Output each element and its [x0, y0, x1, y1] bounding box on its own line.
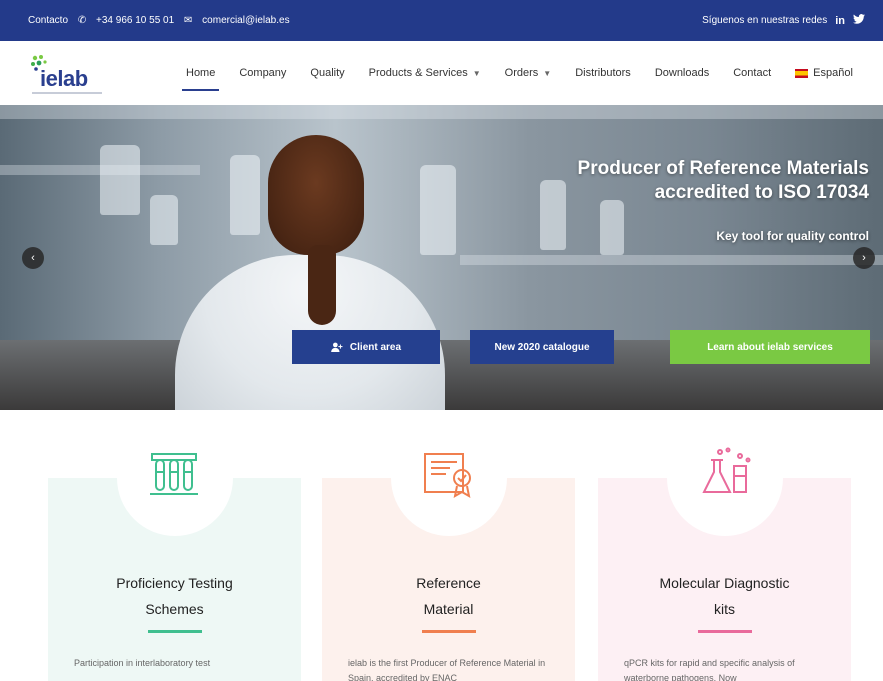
nav-item-label: Products & Services — [368, 67, 468, 79]
card-proficiency-testing[interactable]: Proficiency Testing Schemes Participatio… — [48, 478, 301, 681]
client-area-button[interactable]: Client area — [292, 330, 440, 364]
contact-info: Contacto ✆ +34 966 10 55 01 ✉ comercial@… — [28, 15, 290, 27]
card-accent-bar — [421, 630, 476, 633]
card-title: Molecular Diagnostic kits — [598, 570, 851, 622]
language-label: Español — [813, 67, 853, 79]
card-description: Participation in interlaboratory test — [74, 658, 211, 668]
lab-flasks-icon — [702, 447, 751, 493]
lab-shelf — [460, 255, 883, 265]
lab-bottle-image — [230, 155, 260, 235]
lab-bottle-image — [420, 165, 456, 255]
user-add-icon — [331, 342, 343, 352]
nav-item-label: Orders — [504, 67, 539, 79]
lab-bottle-image — [150, 195, 178, 245]
slider-prev-button[interactable]: ‹ — [22, 247, 44, 269]
catalogue-button[interactable]: New 2020 catalogue — [470, 330, 614, 364]
chevron-down-icon: ▼ — [472, 68, 481, 78]
hero-slider: Producer of Reference Materials accredit… — [0, 105, 883, 410]
hero-title: Producer of Reference Materials accredit… — [578, 157, 869, 205]
test-tubes-icon — [150, 453, 198, 495]
card-accent-bar — [147, 630, 202, 633]
contact-label[interactable]: Contacto — [28, 15, 68, 26]
card-title-line: Material — [423, 601, 474, 617]
chevron-left-icon: ‹ — [31, 252, 35, 264]
card-description: qPCR kits for rapid and specific analysi… — [624, 658, 795, 681]
hero-title-line: accredited to ISO 17034 — [654, 182, 869, 203]
card-title-line: Molecular Diagnostic — [659, 575, 790, 591]
nav-item-label: Contact — [733, 67, 772, 79]
card-title-line: Proficiency Testing — [116, 575, 233, 591]
card-reference-material[interactable]: Reference Material ielab is the first Pr… — [322, 478, 575, 681]
nav-item-home[interactable]: Home — [174, 41, 227, 105]
logo-wordmark: ielab — [40, 66, 88, 91]
client-area-label: Client area — [349, 341, 402, 353]
phone-number[interactable]: +34 966 10 55 01 — [96, 15, 174, 26]
nav-item-label: Company — [239, 67, 287, 79]
social-label: Síguenos en nuestras redes — [702, 15, 828, 26]
hero-subtitle: Key tool for quality control — [716, 229, 869, 243]
card-description: ielab is the first Producer of Reference… — [348, 658, 546, 681]
nav-item-label: Downloads — [654, 67, 710, 79]
nav-item-company[interactable]: Company — [227, 41, 298, 105]
nav-item-label: Quality — [310, 67, 345, 79]
nav-menu: Home Company Quality Products & Services… — [174, 41, 865, 105]
main-navbar: ielab Home Company Quality Products & Se… — [0, 41, 883, 105]
lab-bottle-image — [600, 200, 624, 255]
ielab-logo[interactable]: ielab — [28, 50, 108, 96]
nav-item-orders[interactable]: Orders ▼ — [493, 41, 564, 105]
top-contact-bar: Contacto ✆ +34 966 10 55 01 ✉ comercial@… — [0, 0, 883, 41]
linkedin-icon[interactable]: in — [835, 15, 845, 27]
spain-flag-icon — [795, 68, 809, 78]
certificate-icon — [424, 453, 471, 498]
lab-shelf — [0, 105, 883, 119]
nav-item-label: Home — [186, 67, 216, 79]
services-label: Learn about ielab services — [707, 341, 833, 353]
chevron-down-icon: ▼ — [543, 68, 552, 78]
email-address[interactable]: comercial@ielab.es — [202, 15, 289, 26]
nav-item-label: Distributors — [575, 67, 631, 79]
language-selector[interactable]: Español — [783, 41, 865, 105]
twitter-icon[interactable] — [853, 14, 865, 27]
card-title: Proficiency Testing Schemes — [48, 570, 301, 622]
card-title: Reference Material — [322, 570, 575, 622]
card-title-line: Schemes — [145, 601, 204, 617]
nav-item-products-services[interactable]: Products & Services ▼ — [357, 41, 493, 105]
nav-item-distributors[interactable]: Distributors — [563, 41, 643, 105]
scientist-ponytail — [308, 245, 336, 325]
card-title-line: kits — [714, 601, 735, 617]
social-links: Síguenos en nuestras redes in — [702, 14, 865, 27]
card-title-line: Reference — [416, 575, 481, 591]
card-molecular-diagnostic[interactable]: Molecular Diagnostic kits qPCR kits for … — [598, 478, 851, 681]
services-button[interactable]: Learn about ielab services — [670, 330, 870, 364]
catalogue-label: New 2020 catalogue — [494, 341, 590, 353]
scientist-hair — [268, 135, 364, 255]
logo-tagline — [32, 92, 102, 94]
mail-icon: ✉ — [183, 15, 193, 26]
hero-title-line: Producer of Reference Materials — [577, 158, 869, 179]
card-accent-bar — [697, 630, 752, 633]
nav-item-contact[interactable]: Contact — [721, 41, 783, 105]
nav-item-downloads[interactable]: Downloads — [643, 41, 721, 105]
slider-next-button[interactable]: › — [853, 247, 875, 269]
lab-bottle-image — [540, 180, 566, 250]
services-cards: Proficiency Testing Schemes Participatio… — [0, 410, 883, 681]
chevron-right-icon: › — [862, 252, 866, 264]
lab-bottle-image — [100, 145, 140, 215]
phone-icon: ✆ — [77, 15, 87, 26]
nav-item-quality[interactable]: Quality — [298, 41, 356, 105]
